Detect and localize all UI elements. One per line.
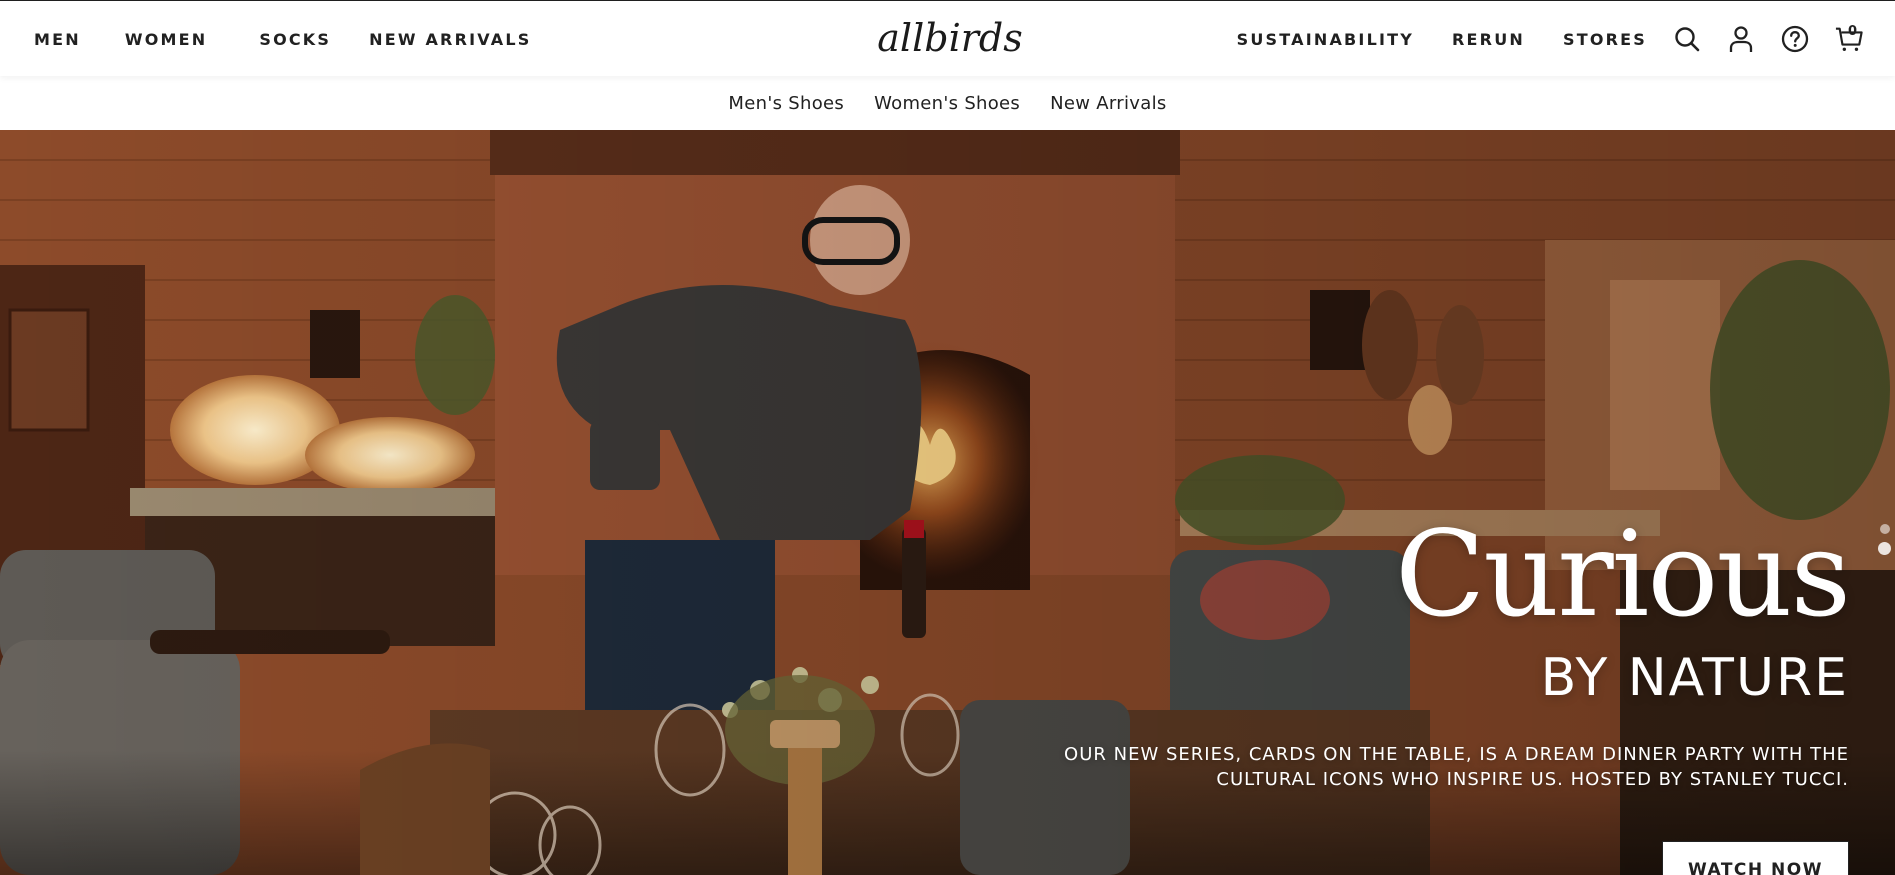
primary-nav-left: MEN WOMEN SOCKS NEW ARRIVALS: [34, 1, 531, 77]
nav-link-new-arrivals[interactable]: NEW ARRIVALS: [369, 30, 531, 49]
nav-link-stores[interactable]: STORES: [1563, 30, 1647, 49]
logo-wordmark: allbirds: [877, 16, 1023, 60]
nav-link-women[interactable]: WOMEN: [125, 30, 208, 49]
slide-indicator: [1878, 524, 1891, 563]
hero-description: OUR NEW SERIES, CARDS ON THE TABLE, IS A…: [949, 742, 1849, 792]
hero-subtitle: BY NATURE: [1540, 648, 1849, 708]
subnav-link-womens-shoes[interactable]: Women's Shoes: [874, 93, 1020, 114]
hero-banner[interactable]: Curious BY NATURE OUR NEW SERIES, CARDS …: [0, 130, 1895, 875]
account-icon[interactable]: [1727, 25, 1755, 53]
nav-link-men[interactable]: MEN: [34, 30, 81, 49]
cart-count: 0: [1848, 24, 1858, 39]
nav-link-rerun[interactable]: RERUN: [1452, 30, 1525, 49]
help-icon[interactable]: [1781, 25, 1809, 53]
primary-nav-right: SUSTAINABILITY RERUN STORES 0: [1237, 1, 1863, 77]
hero-description-line-2: CULTURAL ICONS WHO INSPIRE US. HOSTED BY…: [1216, 769, 1849, 790]
cart-icon[interactable]: 0: [1835, 24, 1863, 53]
slide-dot-1[interactable]: [1879, 524, 1890, 534]
subnav-link-mens-shoes[interactable]: Men's Shoes: [728, 93, 844, 114]
nav-link-socks[interactable]: SOCKS: [259, 30, 331, 49]
brand-logo[interactable]: allbirds: [877, 15, 1022, 61]
search-icon[interactable]: [1673, 25, 1701, 53]
watch-now-button[interactable]: WATCH NOW: [1662, 841, 1849, 875]
nav-link-sustainability[interactable]: SUSTAINABILITY: [1237, 30, 1414, 49]
subnav-link-new-arrivals[interactable]: New Arrivals: [1050, 93, 1166, 114]
top-navigation: MEN WOMEN SOCKS NEW ARRIVALS allbirds SU…: [0, 0, 1895, 76]
hero-title: Curious: [1394, 505, 1851, 643]
secondary-navigation: Men's Shoes Women's Shoes New Arrivals: [0, 76, 1895, 130]
slide-dot-2[interactable]: [1878, 542, 1891, 555]
hero-description-line-1: OUR NEW SERIES, CARDS ON THE TABLE, IS A…: [1064, 744, 1849, 765]
